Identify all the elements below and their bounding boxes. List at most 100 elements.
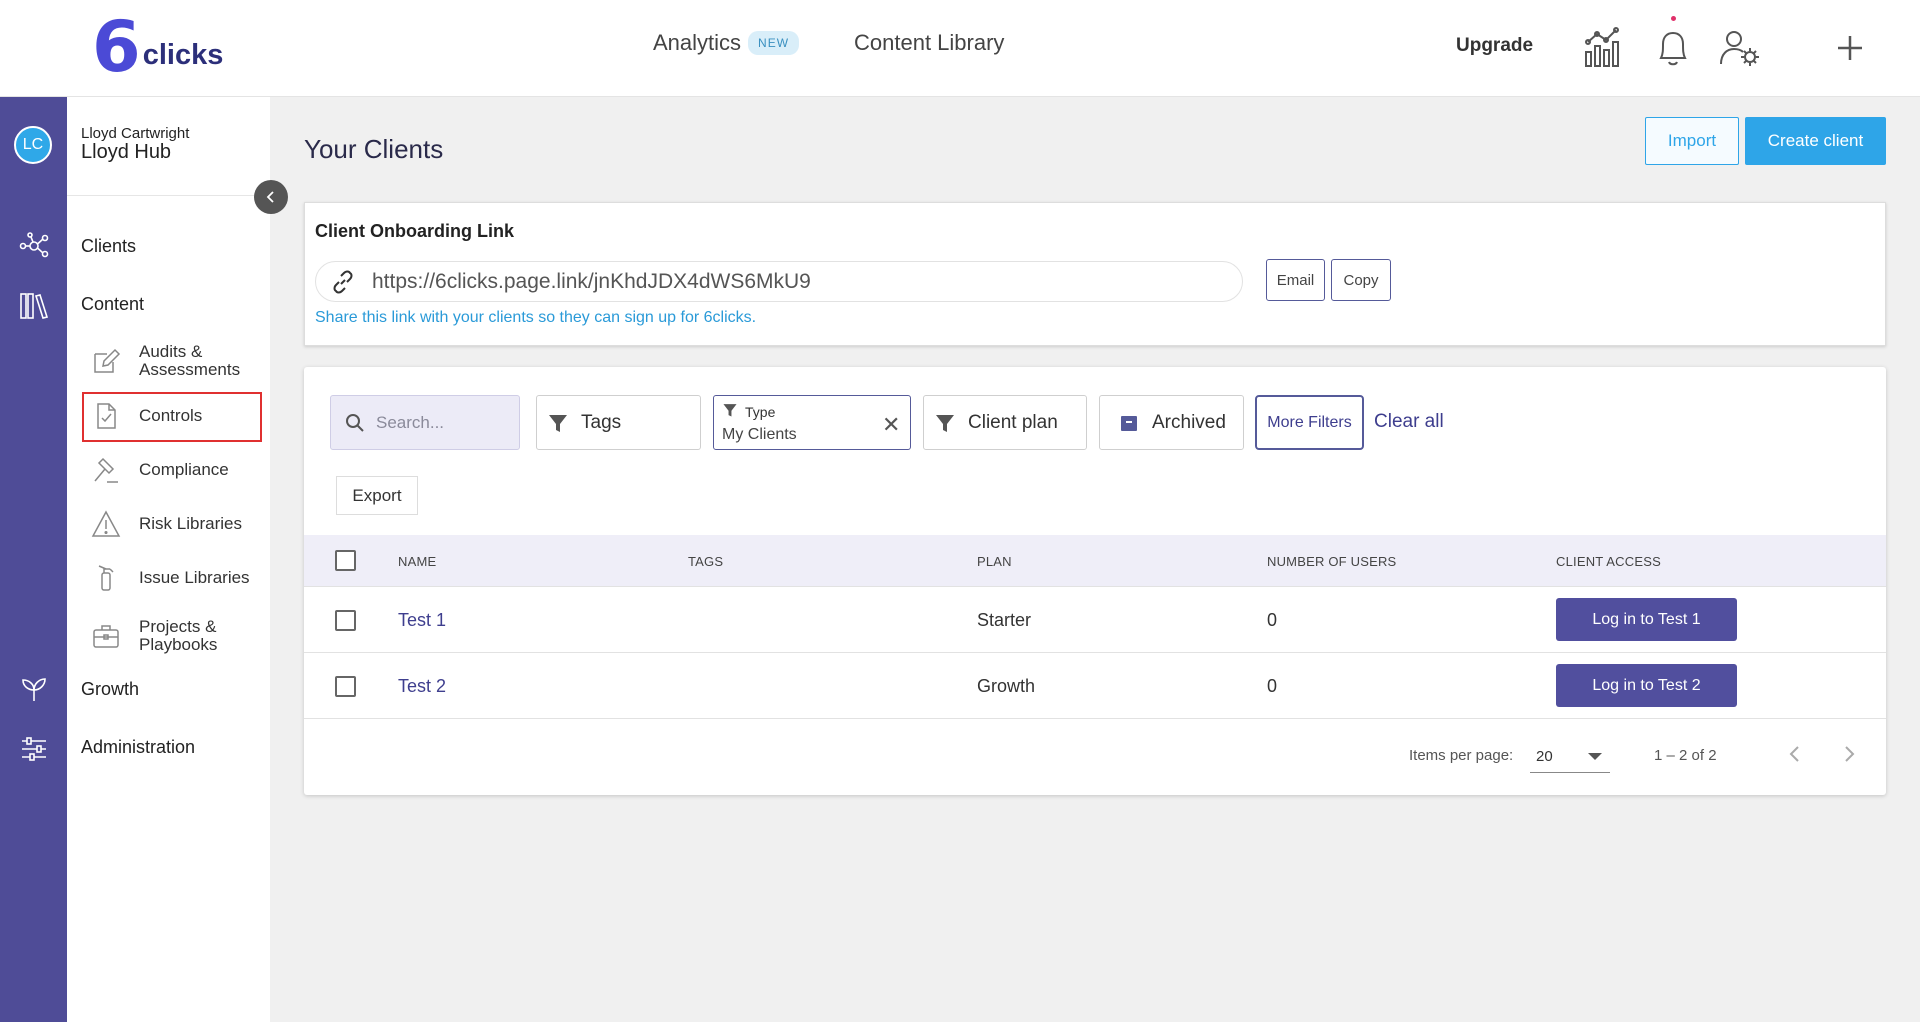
sliders-icon[interactable] [18,733,50,765]
col-client-access: CLIENT ACCESS [1556,554,1661,569]
page-range: 1 – 2 of 2 [1654,747,1717,764]
gavel-icon [94,457,118,483]
warning-icon [91,510,121,537]
nav-issue-libraries-label: Issue Libraries [139,568,250,587]
user-settings-icon[interactable] [1718,26,1762,70]
nav-projects-line2: Playbooks [139,635,218,654]
nav-compliance-label: Compliance [139,460,229,479]
fire-extinguisher-icon [98,565,114,591]
row-checkbox[interactable] [335,610,356,631]
search-placeholder: Search... [376,412,445,432]
analytics-chart-icon[interactable] [1582,26,1626,70]
items-per-page-label: Items per page: [1409,747,1514,764]
table-row: Test 1 Starter 0 Log in to Test 1 [304,588,1886,653]
col-name[interactable]: NAME [398,554,436,569]
edit-icon [94,348,121,373]
row-checkbox[interactable] [335,676,356,697]
caret-down-icon [1588,753,1602,760]
nav-clients[interactable]: Clients [81,236,136,257]
upgrade-link[interactable]: Upgrade [1456,35,1533,57]
filter-archived[interactable]: Archived [1099,395,1244,450]
nav-issue-libraries[interactable]: Issue Libraries [91,563,261,593]
filter-tags-label: Tags [581,411,622,433]
login-client-button[interactable]: Log in to Test 2 [1556,664,1737,707]
notification-dot [1671,16,1676,21]
nav-risk-libraries-label: Risk Libraries [139,514,242,533]
nav-compliance[interactable]: Compliance [91,455,261,485]
nav-risk-libraries[interactable]: Risk Libraries [91,509,261,539]
clients-card: Search... Tags Type My Clients ✕ Client … [304,367,1886,795]
logo-text: clicks [142,39,224,71]
link-icon [333,270,353,293]
hub-name: Lloyd Hub [81,141,172,163]
export-button[interactable]: Export [336,476,418,515]
import-button[interactable]: Import [1645,117,1739,165]
chevron-left-icon [266,191,274,203]
onboarding-title: Client Onboarding Link [315,221,514,241]
plus-icon[interactable] [1828,26,1872,70]
more-filters-button[interactable]: More Filters [1255,395,1364,450]
controls-highlight-box [82,392,262,442]
client-plan: Growth [977,676,1036,696]
client-users: 0 [1267,676,1278,696]
logo[interactable]: 6 clicks [92,6,224,88]
logo-mark: 6 [92,6,141,88]
filter-archived-label: Archived [1152,411,1226,433]
create-client-button[interactable]: Create client [1745,117,1886,165]
bell-icon[interactable] [1651,26,1695,70]
search-input[interactable]: Search... [330,395,520,450]
client-plan: Starter [977,610,1032,630]
nav-administration[interactable]: Administration [81,737,195,758]
email-button[interactable]: Email [1266,259,1325,301]
page-title: Your Clients [304,134,444,164]
filter-client-plan-label: Client plan [968,411,1058,433]
client-name[interactable]: Test 1 [398,610,446,631]
client-name[interactable]: Test 2 [398,676,446,697]
nav-content[interactable]: Content [81,294,144,315]
funnel-icon [549,414,567,432]
funnel-icon [936,414,954,432]
avatar[interactable]: LC [14,126,52,164]
filter-client-plan[interactable]: Client plan [923,395,1087,450]
nav-projects-line1: Projects & [139,617,217,636]
close-icon[interactable]: ✕ [882,414,900,436]
login-client-button[interactable]: Log in to Test 1 [1556,598,1737,641]
nav-projects-playbooks[interactable]: Projects & Playbooks [91,618,261,654]
table-row: Test 2 Growth 0 Log in to Test 2 [304,654,1886,719]
nav-analytics-label: Analytics [653,30,742,55]
onboarding-card: Client Onboarding Link https://6clicks.p… [304,202,1886,346]
items-per-page-select[interactable]: 20 [1530,739,1610,773]
new-badge: NEW [748,31,800,55]
library-icon[interactable] [18,290,50,322]
col-plan[interactable]: PLAN [977,554,1012,569]
nav-analytics[interactable]: Analytics NEW [653,30,800,56]
user-name: Lloyd Cartwright [81,125,190,142]
nav-audits-label: Audits & Assessments [139,343,240,379]
collapse-sidebar-button[interactable] [254,180,288,214]
filter-type-value: My Clients [722,426,797,443]
select-all-checkbox[interactable] [335,550,356,571]
filter-type[interactable]: Type My Clients ✕ [713,395,911,450]
items-per-page-value: 20 [1536,748,1553,765]
filter-type-caption: Type [745,404,776,420]
top-bar: 6 clicks Analytics NEW Content Library U… [0,0,1920,97]
onboarding-link-field[interactable]: https://6clicks.page.link/jnKhdJDX4dWS6M… [315,261,1243,302]
archive-icon [1121,415,1137,431]
col-tags[interactable]: TAGS [688,554,723,569]
sprout-icon[interactable] [18,673,50,705]
network-icon[interactable] [18,230,50,262]
nav-projects-label: Projects & Playbooks [139,618,217,654]
onboarding-link-text: https://6clicks.page.link/jnKhdJDX4dWS6M… [372,269,811,293]
chevron-left-icon[interactable] [1780,739,1810,769]
copy-button[interactable]: Copy [1331,259,1391,301]
funnel-icon [723,404,737,417]
client-users: 0 [1267,610,1278,630]
clear-all-link[interactable]: Clear all [1374,411,1444,433]
nav-content-library[interactable]: Content Library [854,30,1004,56]
filter-tags[interactable]: Tags [536,395,701,450]
chevron-right-icon[interactable] [1834,739,1864,769]
table-header: NAME TAGS PLAN NUMBER OF USERS CLIENT AC… [304,535,1886,587]
nav-growth[interactable]: Growth [81,679,139,700]
col-number-of-users[interactable]: NUMBER OF USERS [1267,554,1396,569]
nav-audits-assessments[interactable]: Audits & Assessments [91,343,261,379]
